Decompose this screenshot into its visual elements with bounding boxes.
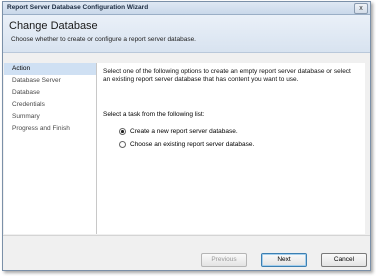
page-subtitle: Choose whether to create or configure a … — [11, 36, 196, 43]
next-button[interactable]: Next — [261, 253, 307, 267]
window-title: Report Server Database Configuration Wiz… — [7, 4, 149, 11]
radio-choose-existing[interactable] — [119, 141, 126, 148]
main-content: Select one of the following options to c… — [97, 63, 365, 234]
wizard-footer: Previous Next Cancel — [3, 235, 370, 270]
radio-label-choose-existing[interactable]: Choose an existing report server databas… — [130, 141, 254, 148]
sidebar-item-credentials[interactable]: Credentials — [4, 99, 96, 111]
sidebar-item-database[interactable]: Database — [4, 87, 96, 99]
option-choose-existing[interactable]: Choose an existing report server databas… — [119, 140, 254, 149]
previous-button[interactable]: Previous — [201, 253, 247, 267]
wizard-header: Change Database Choose whether to create… — [3, 15, 370, 53]
cancel-button[interactable]: Cancel — [321, 253, 367, 267]
radio-create-new[interactable] — [119, 128, 126, 135]
option-create-new[interactable]: Create a new report server database. — [119, 127, 238, 136]
sidebar-item-summary[interactable]: Summary — [4, 111, 96, 123]
page-title: Change Database — [9, 20, 98, 32]
sidebar-item-action[interactable]: Action — [4, 63, 96, 75]
sidebar-item-database-server[interactable]: Database Server — [4, 75, 96, 87]
sidebar-item-progress-and-finish[interactable]: Progress and Finish — [4, 123, 96, 135]
wizard-window: Report Server Database Configuration Wiz… — [2, 1, 371, 271]
close-button[interactable]: x — [354, 3, 368, 14]
task-select-label: Select a task from the following list: — [103, 111, 205, 118]
title-bar[interactable]: Report Server Database Configuration Wiz… — [3, 2, 370, 15]
wizard-steps-sidebar: Action Database Server Database Credenti… — [4, 63, 97, 234]
close-icon: x — [359, 5, 363, 12]
radio-label-create-new[interactable]: Create a new report server database. — [130, 128, 238, 135]
intro-text: Select one of the following options to c… — [103, 68, 351, 83]
